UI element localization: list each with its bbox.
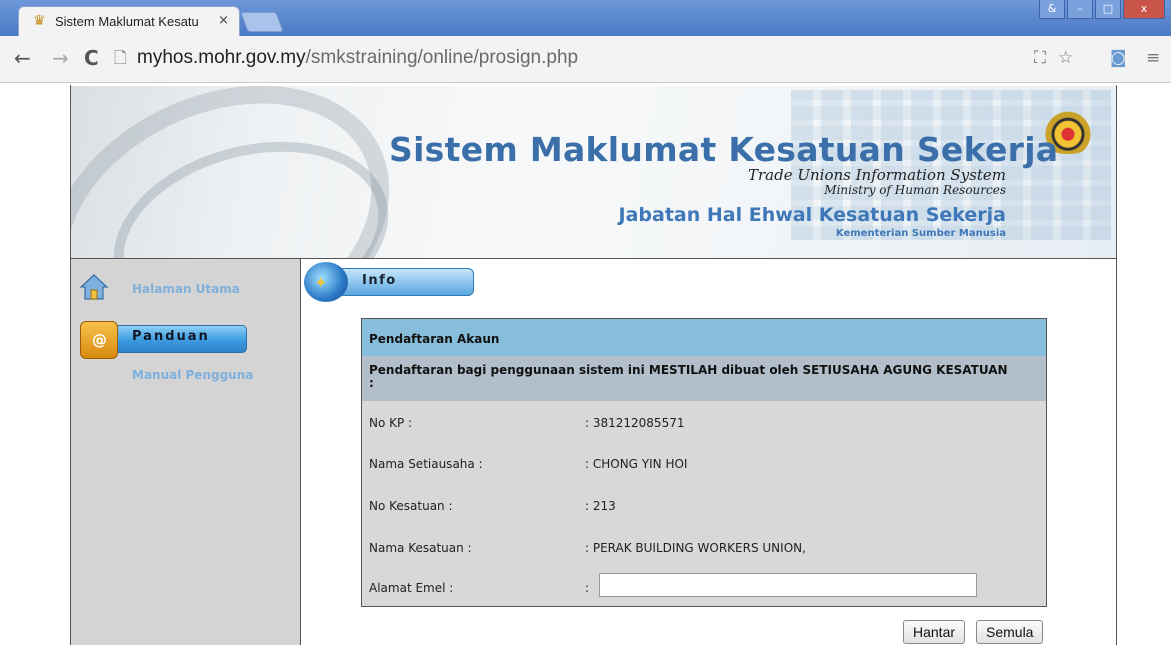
site-subtitle-en: Trade Unions Information System bbox=[748, 166, 1006, 184]
guide-book-icon: @ bbox=[80, 321, 118, 359]
menu-icon[interactable]: ≡ bbox=[1146, 48, 1160, 68]
user-profile-icon[interactable]: & bbox=[1039, 0, 1065, 19]
site-title: Sistem Maklumat Kesatuan Sekerja bbox=[389, 130, 1059, 169]
reset-button[interactable]: Semula bbox=[976, 620, 1044, 644]
home-icon[interactable] bbox=[79, 272, 109, 302]
translate-icon[interactable]: ⛶ bbox=[1034, 48, 1046, 68]
account-registration-form: Pendaftaran Akaun Pendaftaran bagi pengg… bbox=[361, 318, 1047, 607]
browser-titlebar: ♛ Sistem Maklumat Kesatu × & – □ x bbox=[0, 0, 1171, 36]
form-row-no-kesatuan: No Kesatuan :: 213 bbox=[369, 499, 616, 513]
email-colon: : bbox=[585, 581, 590, 595]
department-name: Jabatan Hal Ehwal Kesatuan Sekerja bbox=[618, 204, 1006, 226]
form-row-nama-setiausaha: Nama Setiausaha :: CHONG YIN HOI bbox=[369, 457, 688, 471]
window-controls: & – □ x bbox=[1037, 0, 1165, 20]
info-header-label: Info bbox=[362, 273, 397, 288]
bookmark-star-icon[interactable]: ☆ bbox=[1058, 48, 1073, 68]
close-window-button[interactable]: x bbox=[1123, 0, 1165, 19]
browser-toolbar: ← → C 🗋 myhos.mohr.gov.my/smkstraining/o… bbox=[0, 36, 1171, 83]
url-text: myhos.mohr.gov.my/smkstraining/online/pr… bbox=[137, 47, 579, 68]
ministry-en: Ministry of Human Resources bbox=[824, 183, 1006, 197]
camera-icon[interactable]: ◙ bbox=[1110, 48, 1127, 68]
site-banner: Sistem Maklumat Kesatuan Sekerja Trade U… bbox=[71, 86, 1116, 259]
form-row-no-kp: No KP :: 381212085571 bbox=[369, 416, 685, 430]
sidebar-item-panduan-label: Panduan bbox=[132, 329, 210, 344]
form-notice: Pendaftaran bagi penggunaan sistem ini M… bbox=[362, 356, 1046, 401]
email-input[interactable] bbox=[599, 573, 977, 597]
form-row-nama-kesatuan: Nama Kesatuan :: PERAK BUILDING WORKERS … bbox=[369, 541, 806, 555]
sidebar: Halaman Utama @ Panduan Manual Pengguna bbox=[71, 259, 301, 645]
submit-button[interactable]: Hantar bbox=[903, 620, 966, 644]
new-tab-button[interactable] bbox=[240, 12, 284, 32]
site-favicon-icon: ♛ bbox=[33, 13, 46, 29]
tab-close-icon[interactable]: × bbox=[218, 13, 229, 28]
tab-title: Sistem Maklumat Kesatu bbox=[55, 14, 199, 29]
browser-tab[interactable]: ♛ Sistem Maklumat Kesatu × bbox=[18, 6, 240, 36]
page-icon: 🗋 bbox=[114, 48, 127, 67]
back-arrow-icon[interactable]: ← bbox=[14, 46, 31, 70]
minimize-button[interactable]: – bbox=[1067, 0, 1093, 19]
ministry-ms: Kementerian Sumber Manusia bbox=[835, 228, 1006, 239]
maximize-button[interactable]: □ bbox=[1095, 0, 1121, 19]
info-globe-icon: ✦ bbox=[304, 262, 348, 302]
sidebar-item-home[interactable]: Halaman Utama bbox=[132, 282, 240, 296]
sidebar-item-manual[interactable]: Manual Pengguna bbox=[132, 368, 253, 382]
forward-arrow-icon[interactable]: → bbox=[52, 46, 69, 70]
email-label: Alamat Emel : bbox=[369, 581, 454, 595]
form-header: Pendaftaran Akaun bbox=[362, 319, 1046, 356]
address-bar[interactable]: 🗋 myhos.mohr.gov.my/smkstraining/online/… bbox=[110, 42, 1140, 72]
reload-icon[interactable]: C bbox=[84, 46, 99, 70]
